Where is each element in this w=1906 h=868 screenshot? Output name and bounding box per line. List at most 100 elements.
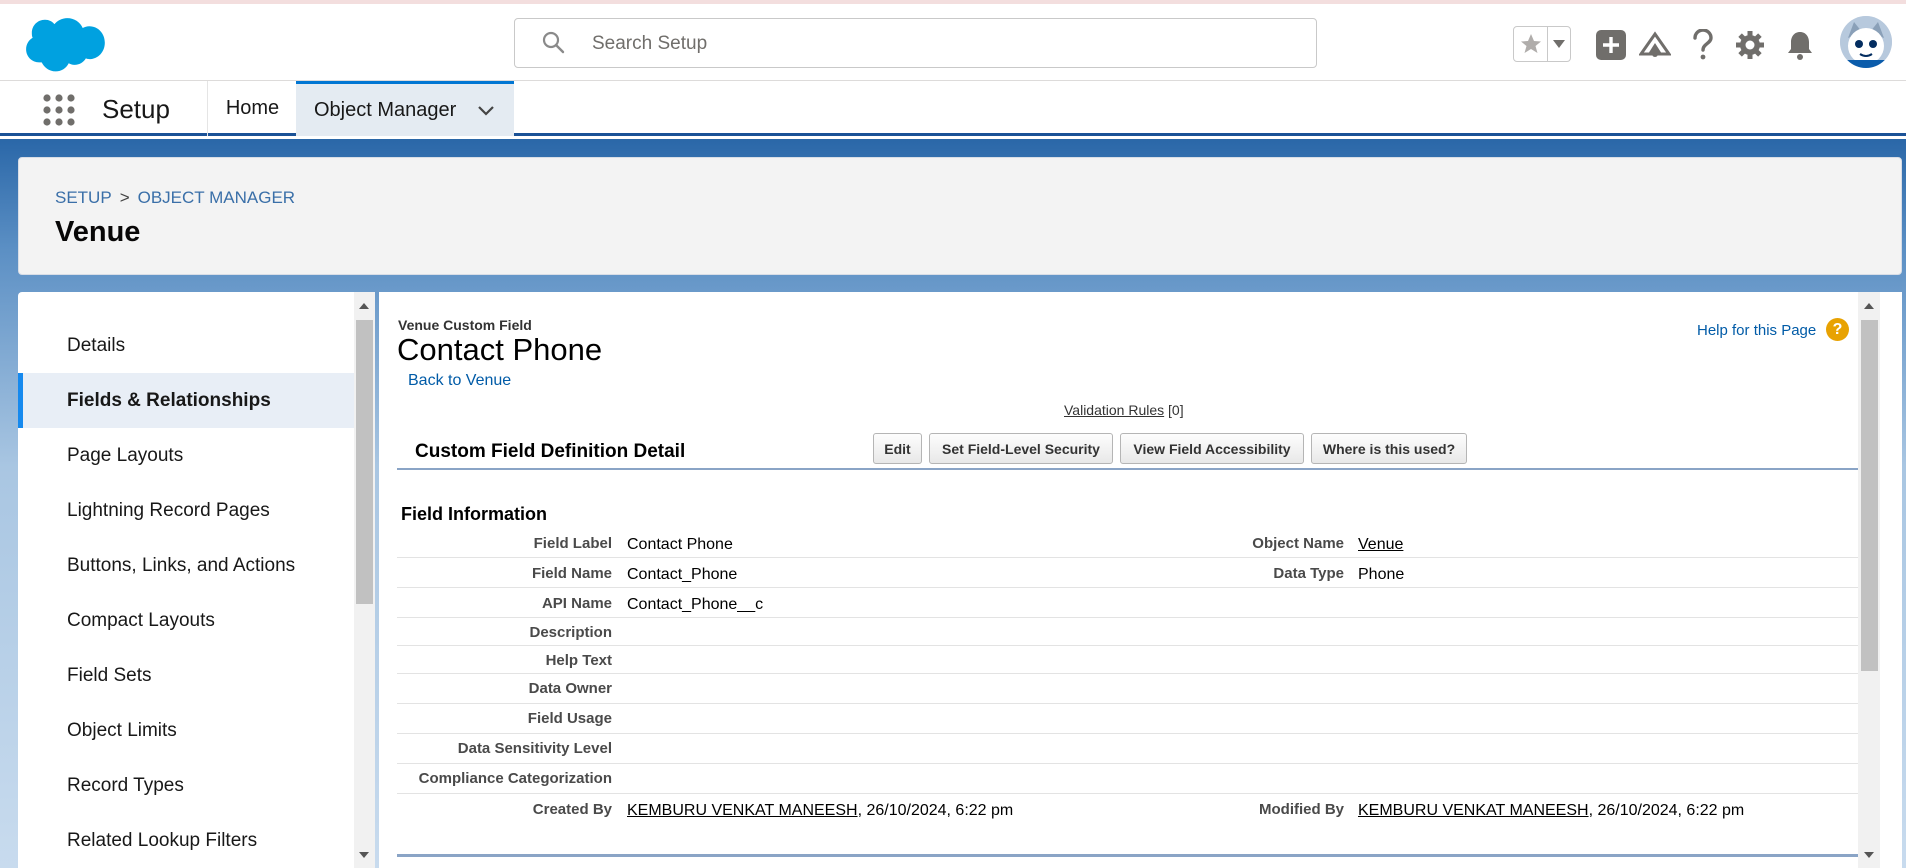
field-label-value: Contact Phone (627, 536, 733, 553)
global-actions-button[interactable] (1593, 27, 1629, 63)
detail-row: Description (397, 618, 1858, 646)
breadcrumb-object-manager[interactable]: OBJECT MANAGER (138, 188, 295, 207)
global-header: Search Setup (0, 4, 1906, 81)
validation-rules-label[interactable]: Validation Rules (1064, 402, 1164, 418)
notifications-button[interactable] (1782, 27, 1818, 63)
search-placeholder: Search Setup (592, 33, 708, 54)
bell-icon (1788, 32, 1812, 60)
content-right-edge (1880, 292, 1902, 868)
help-icon[interactable]: ? (1826, 318, 1849, 341)
help-button[interactable] (1685, 27, 1721, 63)
api-name-label: API Name (541, 595, 612, 612)
sidebar-item-buttons-links-actions[interactable]: Buttons, Links, and Actions (18, 538, 354, 593)
question-icon (1693, 29, 1713, 60)
detail-row: API Name Contact_Phone__c (397, 588, 1858, 618)
sidebar-item-object-limits[interactable]: Object Limits (18, 703, 354, 758)
data-sensitivity-level-label: Data Sensitivity Level (457, 740, 612, 757)
main-scrollbar-thumb[interactable] (1861, 320, 1878, 671)
data-type-value: Phone (1358, 566, 1405, 583)
trailhead-icon (1639, 31, 1671, 57)
field-name-label: Field Name (531, 565, 612, 582)
sidebar-item-lightning-record-pages[interactable]: Lightning Record Pages (18, 483, 354, 538)
star-icon (1520, 34, 1541, 53)
setup-gear-button[interactable] (1732, 27, 1768, 63)
field-detail-frame: Venue Custom Field Contact Phone Back to… (379, 292, 1858, 868)
sidebar-item-page-layouts[interactable]: Page Layouts (18, 428, 354, 483)
search-icon (542, 31, 565, 54)
sidebar-item-record-types[interactable]: Record Types (18, 758, 354, 813)
sidebar-item-compact-layouts[interactable]: Compact Layouts (18, 593, 354, 648)
search-bar[interactable]: Search Setup (514, 18, 1317, 68)
sidebar-item-related-lookup-filters[interactable]: Related Lookup Filters (18, 813, 354, 868)
caret-down-icon (1553, 40, 1565, 48)
field-usage-label: Field Usage (527, 710, 612, 727)
salesforce-logo[interactable] (22, 14, 112, 78)
description-label: Description (529, 624, 612, 641)
definition-detail-header: Custom Field Definition Detail Edit Set … (397, 429, 1858, 470)
edit-button[interactable]: Edit (873, 433, 922, 464)
section-title: Custom Field Definition Detail (415, 441, 686, 462)
data-type-label: Data Type (1273, 565, 1344, 582)
data-owner-label: Data Owner (528, 680, 612, 697)
detail-row: Data Owner (397, 674, 1858, 704)
object-header-card: SETUP > OBJECT MANAGER Venue (18, 157, 1902, 275)
sidebar-item-details[interactable]: Details (18, 318, 354, 373)
page-title: Venue (55, 216, 141, 248)
sidebar-scrollbar[interactable] (354, 292, 375, 868)
tab-object-manager-label: Object Manager (314, 98, 457, 121)
object-type-label: Venue Custom Field (398, 317, 532, 333)
tab-object-manager[interactable]: Object Manager (296, 81, 514, 136)
astro-avatar-icon (1840, 16, 1892, 68)
modified-by-label: Modified By (1259, 801, 1344, 818)
created-by-date: , 26/10/2024, 6:22 pm (857, 802, 1014, 819)
tab-home[interactable]: Home (207, 81, 297, 136)
chevron-down-icon[interactable] (476, 100, 496, 120)
app-name: Setup (102, 94, 170, 124)
trailhead-button[interactable] (1637, 27, 1673, 63)
object-sidebar: Details Fields & Relationships Page Layo… (18, 292, 354, 868)
detail-row: Compliance Categorization (397, 764, 1858, 794)
object-name-label: Object Name (1252, 535, 1344, 552)
validation-rules-count: [0] (1168, 402, 1184, 418)
field-title: Contact Phone (397, 332, 603, 367)
plus-icon (1596, 30, 1626, 60)
help-text-label: Help Text (545, 652, 612, 669)
modified-by-date: , 26/10/2024, 6:22 pm (1588, 802, 1745, 819)
scroll-up-arrow-icon[interactable] (359, 303, 369, 309)
sidebar-item-field-sets[interactable]: Field Sets (18, 648, 354, 703)
gear-icon (1736, 31, 1764, 59)
app-nav-bar: Setup Home Object Manager (0, 81, 1906, 136)
detail-row: Created By KEMBURU VENKAT MANEESH, 26/10… (397, 794, 1858, 824)
favorite-star-button[interactable] (1514, 27, 1548, 61)
created-by-label: Created By (532, 801, 612, 818)
back-to-venue-link[interactable]: Back to Venue (408, 372, 511, 390)
set-field-level-security-button[interactable]: Set Field-Level Security (929, 433, 1113, 464)
favorites-control[interactable] (1513, 26, 1571, 62)
object-name-link[interactable]: Venue (1358, 536, 1403, 554)
scroll-down-arrow-icon[interactable] (1864, 852, 1874, 858)
created-by-value: KEMBURU VENKAT MANEESH, 26/10/2024, 6:22… (627, 802, 1013, 820)
scroll-up-arrow-icon[interactable] (1864, 303, 1874, 309)
detail-row: Field Usage (397, 704, 1858, 734)
field-information-heading: Field Information (401, 504, 547, 524)
sidebar-scrollbar-thumb[interactable] (356, 320, 373, 604)
modified-by-user-link[interactable]: KEMBURU VENKAT MANEESH (1358, 802, 1589, 819)
favorites-dropdown-button[interactable] (1548, 27, 1570, 61)
modified-by-value: KEMBURU VENKAT MANEESH, 26/10/2024, 6:22… (1358, 802, 1744, 820)
app-launcher-icon[interactable] (42, 93, 76, 127)
detail-row: Field Name Contact_Phone Data Type Phone (397, 558, 1858, 588)
main-scrollbar[interactable] (1858, 292, 1880, 868)
breadcrumb: SETUP > OBJECT MANAGER (55, 188, 295, 208)
sidebar-item-fields-relationships[interactable]: Fields & Relationships (18, 373, 354, 428)
user-avatar[interactable] (1840, 16, 1892, 68)
compliance-categorization-label: Compliance Categorization (418, 770, 612, 787)
help-for-page-link[interactable]: Help for this Page (1697, 322, 1816, 339)
section-bottom-rule (397, 854, 1858, 857)
breadcrumb-setup[interactable]: SETUP (55, 188, 112, 207)
validation-rules-link[interactable]: Validation Rules [0] (1064, 402, 1184, 418)
view-field-accessibility-button[interactable]: View Field Accessibility (1120, 433, 1304, 464)
where-is-this-used-button[interactable]: Where is this used? (1311, 433, 1467, 464)
detail-row: Help Text (397, 646, 1858, 674)
scroll-down-arrow-icon[interactable] (359, 852, 369, 858)
created-by-user-link[interactable]: KEMBURU VENKAT MANEESH (627, 802, 858, 819)
